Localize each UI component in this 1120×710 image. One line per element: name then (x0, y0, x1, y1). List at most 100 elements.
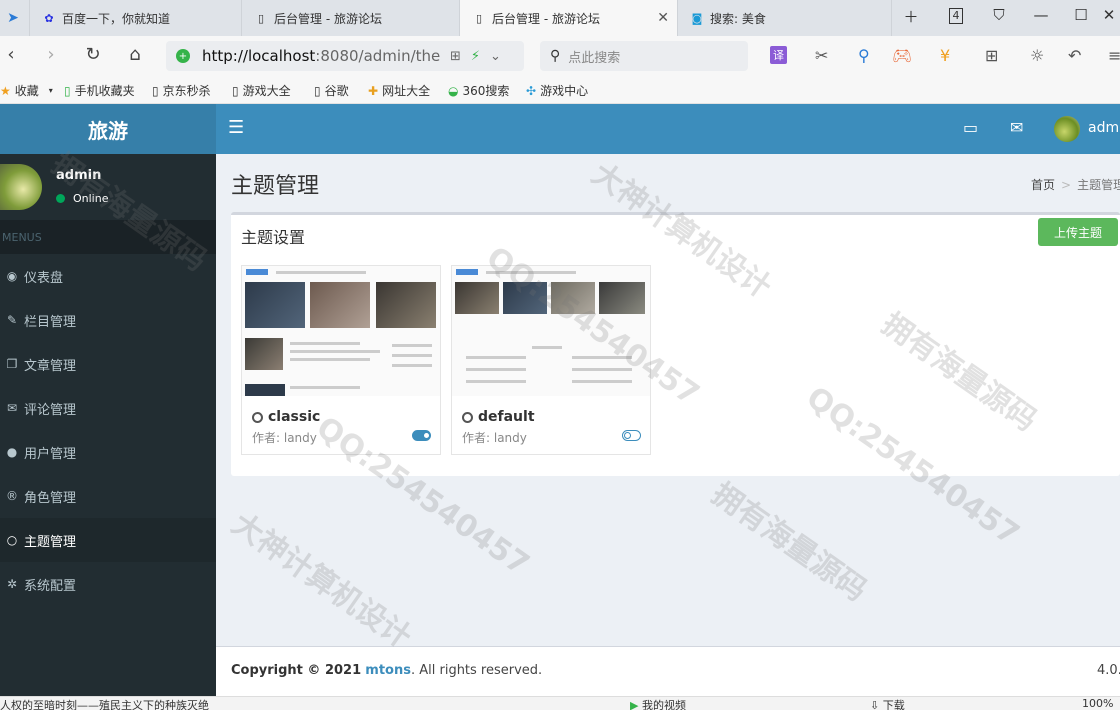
url-text[interactable]: http://localhost:8080/admin/theme (202, 47, 440, 65)
radio-icon[interactable] (462, 411, 473, 423)
forward-icon[interactable]: › (40, 44, 62, 65)
home-icon[interactable]: ⌂ (124, 44, 146, 65)
page-icon: ▯ (314, 83, 321, 98)
chevron-down-icon[interactable]: ⌄ (490, 49, 501, 64)
tab-admin-2[interactable]: ▯ 后台管理 - 旅游论坛 ✕ (460, 0, 678, 36)
translate-button[interactable]: 译 (770, 46, 787, 64)
theme-author: 作者: landy (252, 431, 317, 445)
sidebar-item-posts[interactable]: ❐ 文章管理 (0, 342, 216, 386)
theme-name: classic (252, 409, 320, 425)
upload-theme-button[interactable]: 上传主题 (1038, 218, 1118, 246)
tab-label: 后台管理 - 旅游论坛 (274, 11, 382, 26)
back-icon[interactable]: ‹ (0, 44, 22, 65)
bookmark-google[interactable]: ▯ 谷歌 (314, 82, 349, 99)
admin-app: 旅游 ☰ ▭ ✉ admin admin Online MENUS ◉仪表盘 ✎… (0, 104, 1120, 696)
news-ticker[interactable]: 人权的至暗时刻——殖民主义下的种族灭绝 (0, 697, 209, 710)
breadcrumb-separator: > (1061, 178, 1072, 192)
tab-count-badge[interactable]: 4 (949, 8, 963, 24)
avatar (0, 164, 42, 210)
tab-baidu[interactable]: ✿ 百度一下，你就知道 (30, 0, 242, 36)
bookmark-mobile[interactable]: ▯ 手机收藏夹 (64, 82, 135, 99)
sidebar-item-settings[interactable]: ✲ 系统配置 (0, 562, 216, 606)
sidebar-item-channels[interactable]: ✎ 栏目管理 (0, 298, 216, 342)
user-avatar[interactable] (1054, 116, 1080, 142)
registered-icon: ® (6, 489, 18, 503)
dashboard-icon: ◉ (6, 269, 18, 283)
breadcrumb-home[interactable]: 首页 (1031, 178, 1055, 192)
tab-search[interactable]: ◙ 搜索: 美食 (678, 0, 892, 36)
theme-toggle-on[interactable] (412, 430, 431, 441)
menu-icon[interactable]: ≡ (1108, 46, 1120, 65)
sidebar-item-users[interactable]: ● 用户管理 (0, 430, 216, 474)
version: 4.0. (1097, 663, 1120, 678)
theme-card-default[interactable]: default 作者: landy (451, 265, 651, 455)
envelope-icon[interactable]: ✉ (1010, 118, 1023, 137)
browser-status-bar: 人权的至暗时刻——殖民主义下的种族灭绝 ▶ 我的视频 ⇩ 下载 100% (0, 696, 1120, 710)
video-icon: ▶ (630, 699, 642, 710)
download-icon: ⇩ (870, 699, 883, 710)
brand-link[interactable]: mtons (365, 663, 411, 678)
theme-name: default (462, 409, 535, 425)
phone-icon: ▯ (64, 83, 71, 98)
coin-icon[interactable]: ¥ (940, 46, 950, 65)
menus-header: MENUS (0, 220, 216, 254)
game-icon: ✣ (526, 83, 537, 98)
sidebar-item-roles[interactable]: ® 角色管理 (0, 474, 216, 518)
new-tab-icon[interactable]: ＋ (900, 6, 922, 27)
tab-admin-1[interactable]: ▯ 后台管理 - 旅游论坛 (242, 0, 460, 36)
address-bar[interactable]: + http://localhost:8080/admin/theme ⊞ ⚡ … (166, 41, 524, 71)
gamepad-icon[interactable]: 🎮︎ (892, 46, 912, 65)
browser-menu-button[interactable]: ➤ (0, 0, 30, 36)
reload-icon[interactable]: ↻ (82, 44, 104, 65)
secure-shield-icon: + (176, 49, 190, 63)
shirt-icon[interactable]: ⛉ (988, 6, 1010, 24)
logo[interactable]: 旅游 (0, 104, 216, 154)
theme-author: 作者: landy (462, 431, 527, 445)
lightning-icon[interactable]: ⚡ (471, 49, 480, 64)
bookmark-games[interactable]: ▯ 游戏大全 (232, 82, 291, 99)
my-video-button[interactable]: ▶ 我的视频 (630, 697, 686, 710)
copyright: Copyright © 2021 mtons. All rights reser… (231, 663, 543, 678)
zoom-level[interactable]: 100% (1082, 697, 1113, 710)
tab-label: 后台管理 - 旅游论坛 (492, 11, 600, 26)
search-box[interactable]: ⚲ 点此搜索 (540, 41, 748, 71)
cog-icon: ✲ (6, 577, 18, 591)
theme-toggle-off[interactable] (622, 430, 641, 441)
download-button[interactable]: ⇩ 下载 (870, 697, 905, 710)
qr-icon[interactable]: ⊞ (450, 49, 461, 64)
bookmark-jd[interactable]: ▯ 京东秒杀 (152, 82, 211, 99)
top-header: 旅游 ☰ ▭ ✉ admin (0, 104, 1120, 154)
apps-grid-icon[interactable]: ⊞ (985, 46, 998, 65)
scissors-icon[interactable]: ✂ (815, 46, 828, 65)
sidebar-item-dashboard[interactable]: ◉ 仪表盘 (0, 254, 216, 298)
brightness-icon[interactable]: ☼ (1030, 46, 1044, 65)
undo-icon[interactable]: ↶ (1068, 46, 1081, 65)
sidebar-item-themes[interactable]: ○ 主题管理 (0, 518, 216, 562)
copy-icon: ❐ (6, 357, 18, 371)
globe-icon: ✚ (368, 83, 379, 98)
monitor-icon[interactable]: ▭ (963, 118, 978, 137)
navigation-arrow-icon: ➤ (7, 10, 19, 26)
page-icon: ▯ (152, 83, 159, 98)
maximize-icon[interactable]: ☐ (1070, 6, 1092, 24)
header-username[interactable]: admin (1088, 120, 1120, 136)
magnifier-icon[interactable]: ⚲ (858, 46, 870, 65)
page-title: 主题管理 (231, 174, 320, 199)
bookmark-360[interactable]: ◒ 360搜索 (448, 82, 509, 99)
bookmark-urls[interactable]: ✚ 网址大全 (368, 82, 430, 99)
breadcrumb-current: 主题管理 (1077, 178, 1120, 192)
circle-icon: ○ (6, 533, 18, 547)
theme-card-classic[interactable]: classic 作者: landy (241, 265, 441, 455)
bookmark-game-center[interactable]: ✣ 游戏中心 (526, 82, 588, 99)
bookmark-favorites[interactable]: ★ 收藏 ▾ (0, 82, 53, 99)
search-input[interactable]: 点此搜索 (568, 47, 620, 66)
sidebar-toggle-icon[interactable]: ☰ (228, 117, 244, 138)
search-360-icon: ◒ (448, 83, 459, 98)
star-icon: ★ (0, 83, 11, 98)
radio-icon[interactable] (252, 411, 263, 423)
close-tab-icon[interactable]: ✕ (657, 10, 669, 26)
minimize-icon[interactable]: — (1030, 6, 1052, 24)
sidebar-item-comments[interactable]: ✉ 评论管理 (0, 386, 216, 430)
bookmarks-bar: ★ 收藏 ▾ ▯ 手机收藏夹 ▯ 京东秒杀 ▯ 游戏大全 ▯ 谷歌 ✚ 网址大全 ◒ 360搜索… (0, 76, 1120, 104)
close-window-icon[interactable]: ✕ (1098, 6, 1120, 24)
